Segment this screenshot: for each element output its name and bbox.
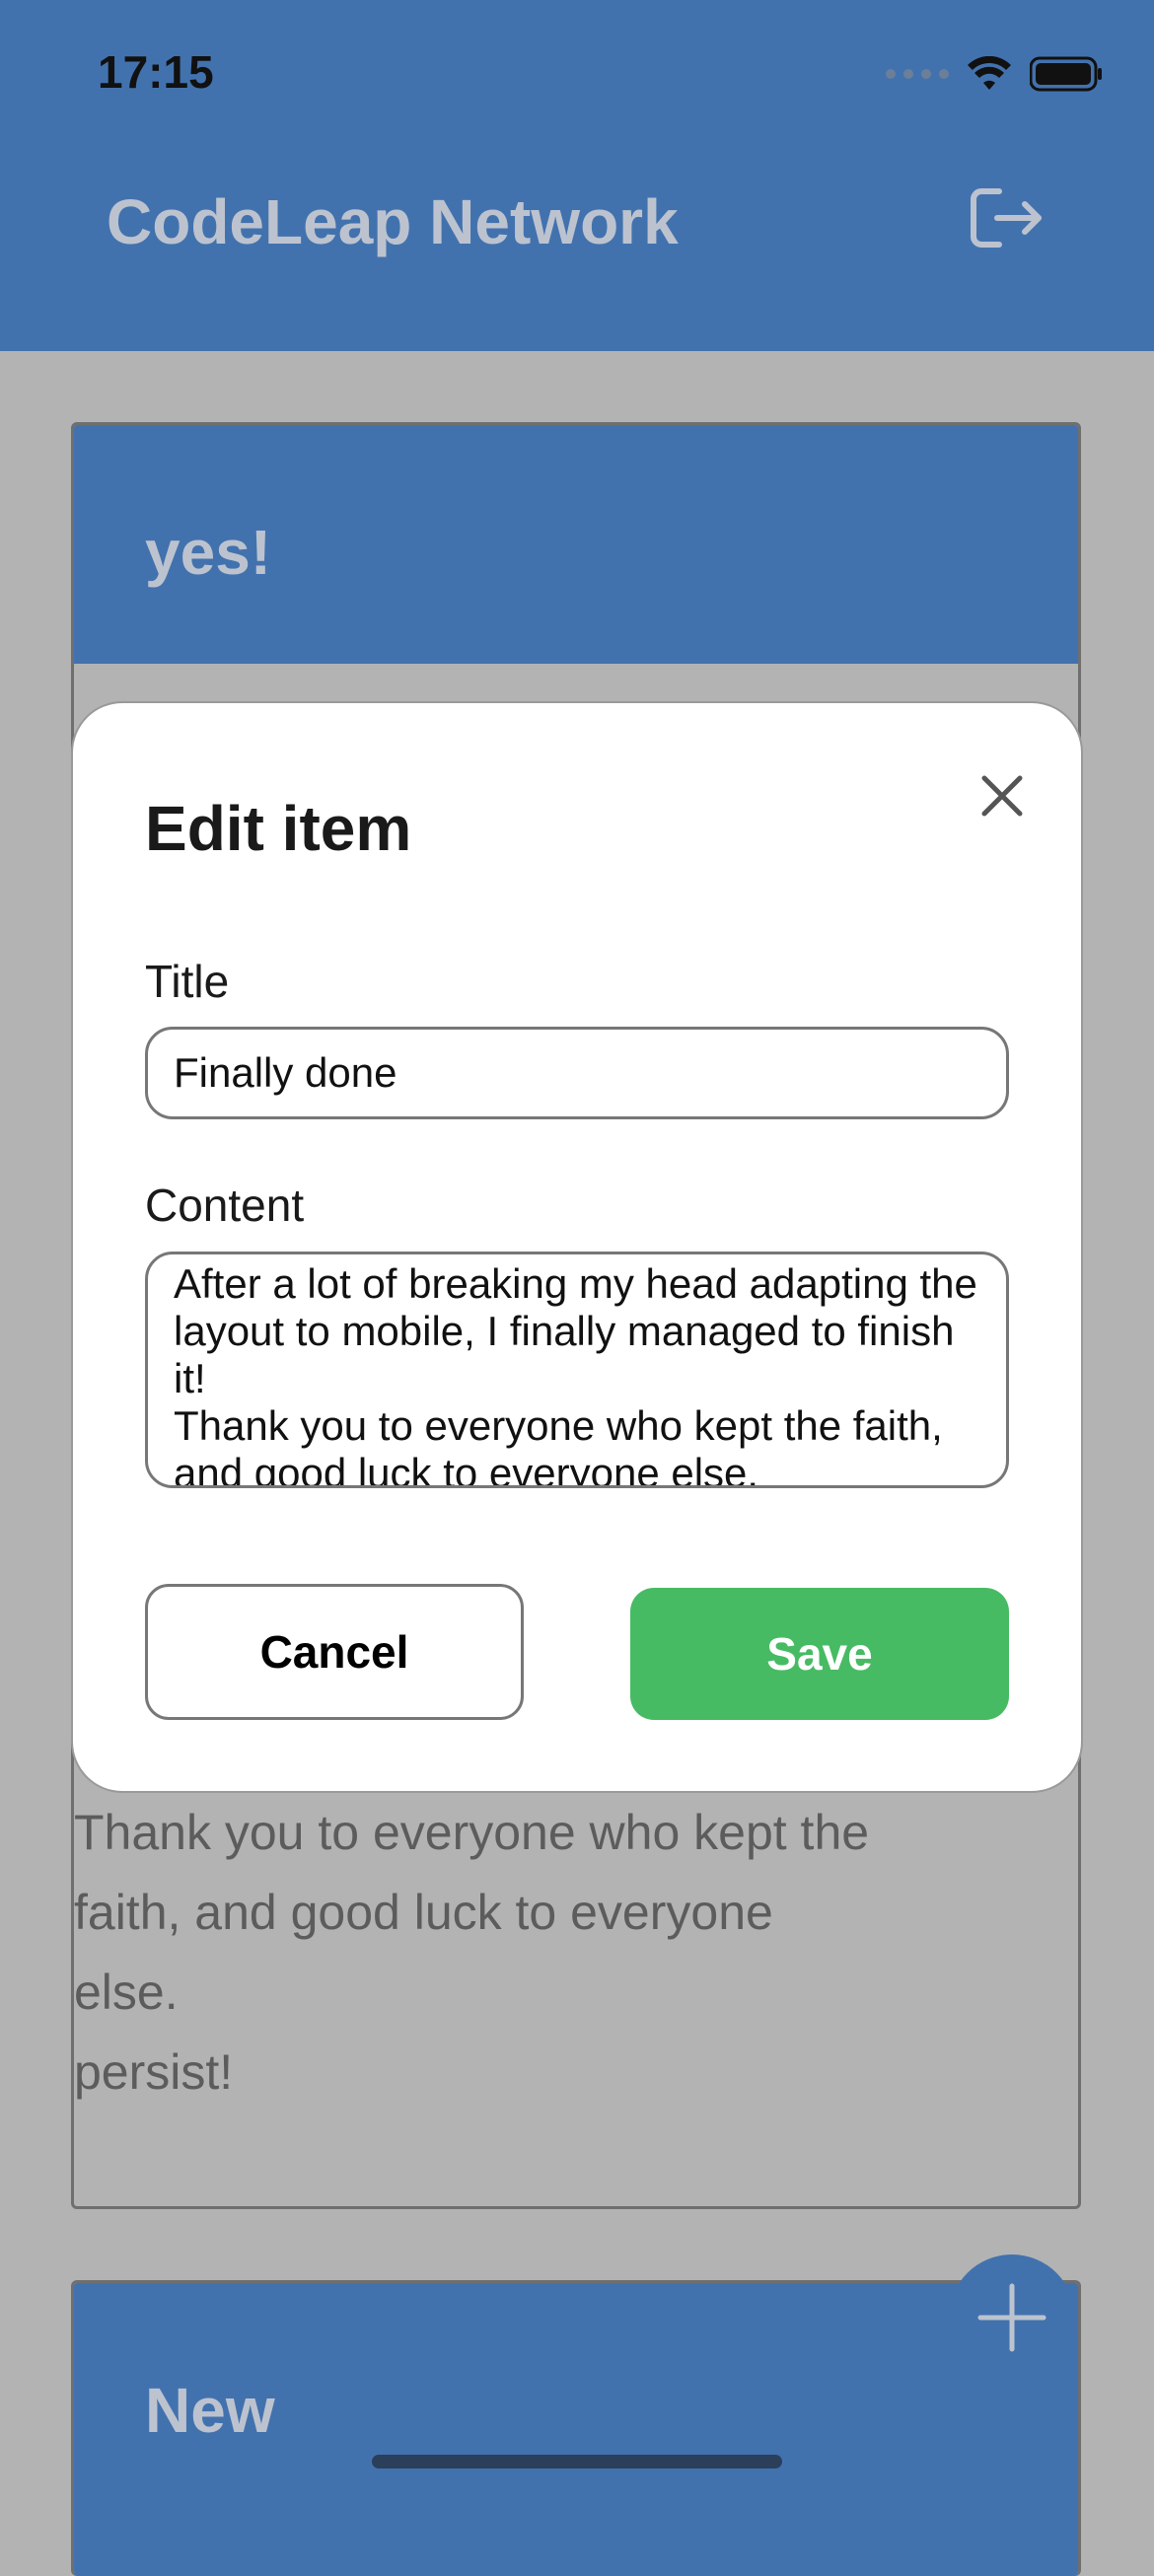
- add-post-button[interactable]: [949, 2254, 1075, 2381]
- title-input[interactable]: [145, 1027, 1009, 1119]
- post-card-header: New: [74, 2283, 1078, 2576]
- post-content-line: faith, and good luck to everyone: [74, 1885, 773, 1940]
- app-title: CodeLeap Network: [107, 186, 679, 257]
- cancel-button[interactable]: Cancel: [145, 1584, 524, 1720]
- post-card: New: [71, 2280, 1081, 2576]
- modal-title: Edit item: [145, 793, 412, 864]
- title-label: Title: [145, 956, 230, 1007]
- status-time: 17:15: [98, 46, 214, 98]
- save-button[interactable]: Save: [630, 1588, 1009, 1720]
- post-title: yes!: [145, 517, 272, 588]
- signal-icon: [886, 69, 949, 79]
- plus-icon: [977, 2283, 1046, 2352]
- close-icon[interactable]: [971, 764, 1034, 827]
- post-title: New: [145, 2375, 275, 2446]
- post-content-line: Thank you to everyone who kept the: [74, 1805, 870, 1860]
- content-label: Content: [145, 1180, 305, 1231]
- status-icons: [886, 51, 1103, 97]
- edit-item-modal: Edit item Title Content After a lot of b…: [73, 703, 1081, 1791]
- post-content: Thank you to everyone who kept the faith…: [74, 1793, 1021, 2112]
- wifi-icon: [968, 56, 1011, 90]
- logout-icon[interactable]: [970, 187, 1045, 249]
- post-content-line: persist!: [74, 2044, 234, 2100]
- post-content-line: else.: [74, 1965, 179, 2020]
- content-textarea[interactable]: After a lot of breaking my head adapting…: [145, 1252, 1009, 1488]
- post-card-header: yes!: [74, 425, 1078, 664]
- battery-icon: [1030, 56, 1102, 92]
- home-indicator: [372, 2455, 782, 2469]
- app-header: 17:15 CodeLeap Network: [0, 0, 1154, 351]
